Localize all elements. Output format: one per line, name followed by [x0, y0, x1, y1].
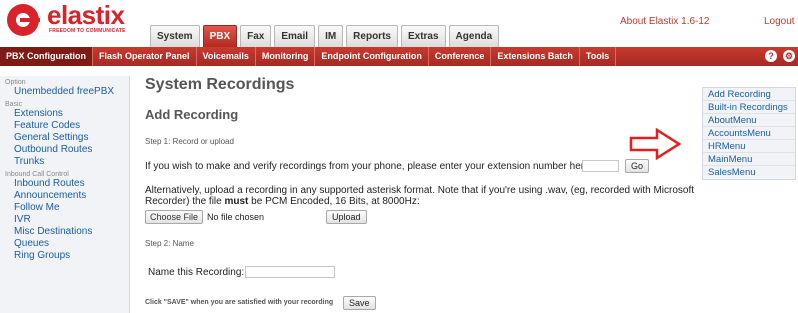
tab-extras[interactable]: Extras [400, 25, 446, 47]
recording-link-mainmenu[interactable]: MainMenu [703, 153, 795, 166]
subnav-endpoint-configuration[interactable]: Endpoint Configuration [315, 47, 429, 66]
tab-system[interactable]: System [150, 25, 200, 47]
elastix-logo[interactable]: elastix FREEDOM TO COMMUNICATE [7, 0, 147, 40]
save-button[interactable]: Save [343, 296, 376, 310]
choose-file-button[interactable]: Choose File [145, 210, 204, 224]
sidebar-item-general-settings[interactable]: General Settings [0, 132, 129, 144]
tab-pbx[interactable]: PBX [202, 25, 238, 47]
upload-text-must: must [224, 196, 249, 207]
extension-input[interactable] [582, 160, 619, 172]
sidebar-item-feature-codes[interactable]: Feature Codes [0, 120, 129, 132]
sidebar-item-trunks[interactable]: Trunks [0, 156, 129, 168]
subnav-flash-operator-panel[interactable]: Flash Operator Panel [93, 47, 197, 66]
sidebar-item-announcements[interactable]: Announcements [0, 190, 129, 202]
section-title: Add Recording [145, 107, 239, 122]
recording-name-input[interactable] [245, 266, 335, 278]
sidebar-item-inbound-routes[interactable]: Inbound Routes [0, 178, 129, 190]
logo-tagline: FREEDOM TO COMMUNICATE [49, 28, 126, 34]
sidebar-item-outbound-routes[interactable]: Outbound Routes [0, 144, 129, 156]
sidebar-item-misc-destinations[interactable]: Misc Destinations [0, 226, 129, 238]
subnav-extensions-batch[interactable]: Extensions Batch [491, 47, 580, 66]
tab-im[interactable]: IM [318, 25, 344, 47]
main-tabs: System PBX Fax Email IM Reports Extras Agenda [150, 25, 500, 47]
tab-agenda[interactable]: Agenda [448, 25, 500, 47]
settings-icon[interactable]: ⚙ [783, 50, 795, 62]
recording-link-salesmenu[interactable]: SalesMenu [703, 166, 795, 179]
save-hint: Click "SAVE" when you are satisfied with… [145, 299, 334, 306]
upload-button[interactable]: Upload [326, 210, 367, 224]
recordings-list-panel: Add Recording Built-in Recordings AboutMen… [702, 87, 796, 180]
recording-link-hrmenu[interactable]: HRMenu [703, 140, 795, 153]
sidebar-item-unembedded-freepbx[interactable]: Unembedded freePBX [0, 86, 129, 98]
upload-text-line2a: Recorder) the file [145, 196, 225, 207]
phone-instructions: If you wish to make and verify recording… [145, 161, 593, 172]
sidebar-section-title: Option [5, 79, 26, 86]
sidebar-item-ivr[interactable]: IVR [0, 214, 129, 226]
tab-email[interactable]: Email [274, 25, 316, 47]
help-icon[interactable]: ? [765, 50, 777, 62]
logo-emblem-icon [7, 4, 40, 36]
recording-link-aboutmenu[interactable]: AboutMenu [703, 114, 795, 127]
tab-reports[interactable]: Reports [346, 25, 398, 47]
about-link[interactable]: About Elastix 1.6-12 [620, 16, 710, 27]
file-status: No file chosen [207, 212, 265, 222]
sidebar-item-extensions[interactable]: Extensions [0, 108, 129, 120]
sidebar-section-title: Inbound Call Control [5, 171, 69, 178]
file-upload-row: Choose File No file chosen [145, 210, 264, 224]
subnav-icons: ? ⚙ [765, 50, 795, 62]
subnav-pbx-configuration[interactable]: PBX Configuration [0, 47, 93, 66]
step2-label: Step 2: Name [145, 239, 194, 248]
sidebar-item-queues[interactable]: Queues [0, 238, 129, 250]
upload-text-line2c: be PCM Encoded, 16 Bits, at 8000Hz: [248, 196, 420, 207]
recording-link-built-in-recordings[interactable]: Built-in Recordings [703, 101, 795, 114]
tab-fax[interactable]: Fax [240, 25, 272, 47]
upload-text-line1: Alternatively, upload a recording in any… [145, 185, 695, 196]
red-arrow-icon [629, 128, 681, 160]
subnav-tools[interactable]: Tools [580, 47, 617, 66]
go-button[interactable]: Go [625, 159, 650, 173]
header: elastix FREEDOM TO COMMUNICATE System PBX… [0, 0, 798, 47]
recording-link-add-recording[interactable]: Add Recording [703, 88, 795, 101]
sidebar-item-follow-me[interactable]: Follow Me [0, 202, 129, 214]
sidebar-item-ring-groups[interactable]: Ring Groups [0, 250, 129, 262]
upload-instructions: Alternatively, upload a recording in any… [145, 185, 695, 207]
sidebar-section-title: Basic [5, 101, 23, 108]
subnav-conference[interactable]: Conference [429, 47, 492, 66]
sidebar: Option Unembedded freePBX Basic Extensions F… [0, 76, 130, 313]
recording-link-accountsmenu[interactable]: AccountsMenu [703, 127, 795, 140]
logo-text: elastix [47, 0, 125, 30]
subnav-voicemails[interactable]: Voicemails [197, 47, 256, 66]
logout-link[interactable]: Logout [764, 16, 795, 27]
subnav-monitoring[interactable]: Monitoring [256, 47, 316, 66]
page-title: System Recordings [145, 76, 295, 93]
pbx-subnav: PBX Configuration Flash Operator Panel Voi… [0, 47, 798, 66]
name-label: Name this Recording: [148, 267, 245, 278]
step1-label: Step 1: Record or upload [145, 137, 234, 146]
